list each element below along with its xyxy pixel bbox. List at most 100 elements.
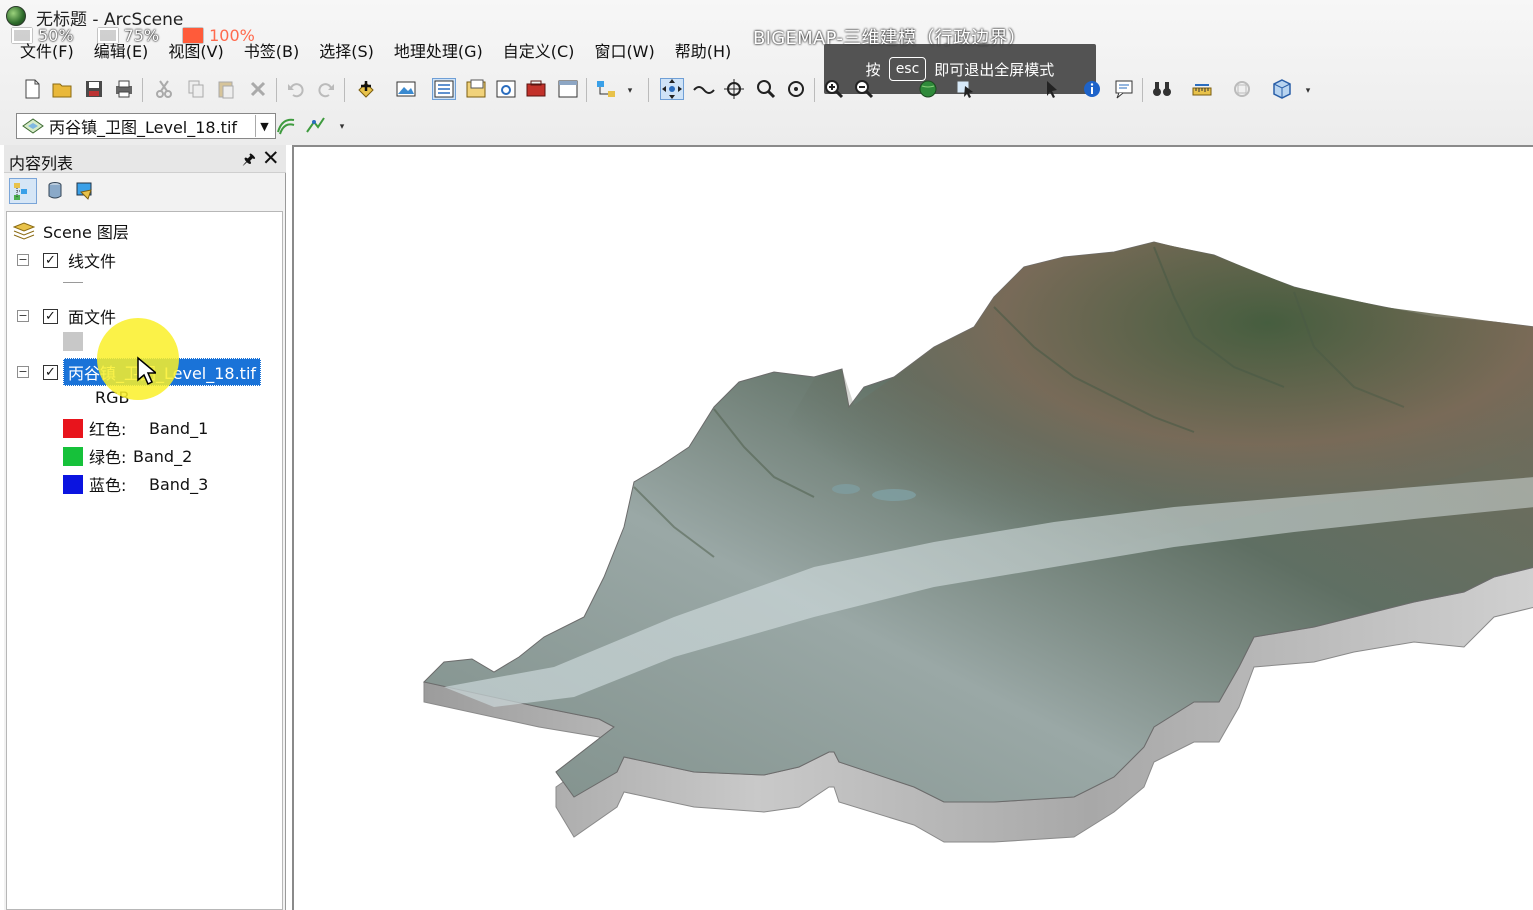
menu-edit[interactable]: 编辑(E) (84, 40, 159, 64)
contour-icon[interactable] (274, 114, 298, 136)
scene-properties-icon[interactable] (394, 78, 418, 100)
menu-windows[interactable]: 窗口(W) (584, 40, 664, 64)
collapse-icon[interactable]: − (17, 254, 29, 266)
identify-icon[interactable] (1080, 78, 1104, 100)
band-name: Band_3 (149, 474, 209, 494)
toolbar-overflow-icon[interactable]: ▾ (1302, 86, 1314, 104)
chevron-down-icon[interactable]: ▼ (255, 115, 273, 137)
list-by-visibility-icon[interactable] (71, 178, 99, 204)
zoom-in-icon[interactable] (822, 78, 846, 100)
target-center-icon[interactable] (722, 78, 746, 100)
band-row-red: 红色: Band_1 (63, 416, 208, 440)
layer-row-polygon-file: − ✓ 面文件 (17, 304, 116, 328)
render-type-label: RGB (95, 388, 130, 407)
collapse-icon[interactable]: − (17, 366, 29, 378)
zoom-to-target-icon[interactable] (754, 78, 778, 100)
close-icon[interactable]: ✕ (262, 146, 280, 170)
terrain-3d-model[interactable] (294, 147, 1533, 910)
html-popup-icon[interactable] (1112, 78, 1136, 100)
catalog-window-icon[interactable] (464, 78, 488, 100)
menu-geoprocessing[interactable]: 地理处理(G) (384, 40, 493, 64)
select-elements-icon[interactable] (1040, 78, 1064, 100)
green-band-swatch[interactable] (63, 446, 83, 466)
print-icon[interactable] (112, 78, 136, 100)
copy-icon[interactable] (184, 78, 208, 100)
menu-file[interactable]: 文件(F) (10, 40, 84, 64)
animation-icon[interactable] (1230, 78, 1254, 100)
line-symbol-swatch[interactable] (63, 282, 83, 283)
open-folder-icon[interactable] (50, 78, 74, 100)
band-channel: 绿色: (89, 448, 127, 467)
layers-stack-icon (13, 222, 35, 240)
find-binoculars-icon[interactable] (1150, 78, 1174, 100)
menu-selection[interactable]: 选择(S) (309, 40, 384, 64)
menu-help[interactable]: 帮助(H) (665, 40, 742, 64)
select-features-icon[interactable] (954, 78, 978, 100)
redo-icon[interactable] (314, 78, 338, 100)
mouse-pointer-icon (137, 356, 156, 386)
scene-layers-label: Scene 图层 (43, 223, 129, 242)
menu-customize[interactable]: 自定义(C) (493, 40, 585, 64)
arcscene-globe-icon (6, 6, 26, 26)
band-channel: 红色: (89, 420, 127, 439)
add-data-icon[interactable] (354, 78, 378, 100)
app-chrome: 无标题 - ArcScene 50% 75% 100% BIGEMAP-三维建模… (0, 0, 1533, 145)
band-row-green: 绿色: Band_2 (63, 444, 192, 468)
raster-layer-icon (22, 118, 44, 134)
scene-layers-root[interactable]: Scene 图层 (13, 219, 129, 243)
toc-header: 内容列表 🖈 ✕ (4, 145, 286, 173)
toc-view-toolbar (4, 174, 286, 208)
table-of-contents-icon[interactable] (432, 78, 456, 100)
polygon-symbol-swatch[interactable] (63, 332, 83, 351)
toc-title: 内容列表 (9, 154, 74, 173)
menu-bookmarks[interactable]: 书签(B) (234, 40, 309, 64)
layer-tree: Scene 图层 − ✓ 线文件 − ✓ 面文件 − ✓ 丙谷镇_卫图_Leve… (6, 211, 283, 910)
layer-visibility-checkbox[interactable]: ✓ (43, 252, 58, 268)
navigate-tool-icon[interactable] (660, 78, 684, 100)
pin-icon[interactable]: 🖈 (242, 149, 256, 174)
band-name: Band_1 (149, 418, 209, 438)
full-extent-globe-icon[interactable] (916, 78, 940, 100)
python-window-icon[interactable] (556, 78, 580, 100)
toolbar-overflow-icon[interactable]: ▾ (624, 86, 636, 104)
band-row-blue: 蓝色: Band_3 (63, 472, 208, 496)
save-icon[interactable] (82, 78, 106, 100)
layer-name[interactable]: 线文件 (68, 248, 116, 272)
layer-visibility-checkbox[interactable]: ✓ (43, 364, 58, 380)
band-channel: 蓝色: (89, 476, 127, 495)
undo-icon[interactable] (284, 78, 308, 100)
list-by-drawing-order-icon[interactable] (9, 178, 37, 204)
3d-scene-view[interactable] (292, 145, 1533, 910)
fly-tool-icon[interactable] (692, 78, 716, 100)
red-band-swatch[interactable] (63, 418, 83, 438)
list-by-source-icon[interactable] (41, 178, 69, 204)
table-of-contents-panel: 内容列表 🖈 ✕ Scene 图层 − ✓ 线文件 − ✓ 面文件 − ✓ 丙谷… (4, 145, 286, 910)
menu-bar: 文件(F) 编辑(E) 视图(V) 书签(B) 选择(S) 地理处理(G) 自定… (10, 40, 741, 64)
layer-select-dropdown[interactable]: 丙谷镇_卫图_Level_18.tif ▼ (16, 113, 276, 139)
paste-icon[interactable] (214, 78, 238, 100)
new-document-icon[interactable] (20, 78, 44, 100)
steepest-path-icon[interactable] (304, 114, 328, 136)
blue-band-swatch[interactable] (63, 474, 83, 494)
layer-name[interactable]: 面文件 (68, 304, 116, 328)
selected-layer-name[interactable]: 丙谷镇_卫图_Level_18.tif (63, 358, 262, 386)
layer-visibility-checkbox[interactable]: ✓ (43, 308, 58, 324)
modelbuilder-icon[interactable] (594, 78, 618, 100)
zoom-out-icon[interactable] (852, 78, 876, 100)
arctoolbox-icon[interactable] (524, 78, 548, 100)
menu-view[interactable]: 视图(V) (158, 40, 233, 64)
polygon-symbol-icon (63, 332, 83, 351)
3d-effects-icon[interactable] (1270, 78, 1294, 100)
raster-render-type: RGB (95, 388, 130, 407)
set-observer-icon[interactable] (784, 78, 808, 100)
cut-icon[interactable] (152, 78, 176, 100)
band-name: Band_2 (133, 446, 193, 466)
standard-toolbar: ▾ ▾ (8, 72, 1318, 106)
selected-layer-name: 丙谷镇_卫图_Level_18.tif (49, 118, 238, 137)
toolbar-overflow-icon[interactable]: ▾ (336, 122, 348, 140)
measure-icon[interactable] (1190, 78, 1214, 100)
search-window-icon[interactable] (494, 78, 518, 100)
collapse-icon[interactable]: − (17, 310, 29, 322)
delete-icon[interactable] (246, 78, 270, 100)
layer-row-line-file: − ✓ 线文件 (17, 248, 116, 272)
